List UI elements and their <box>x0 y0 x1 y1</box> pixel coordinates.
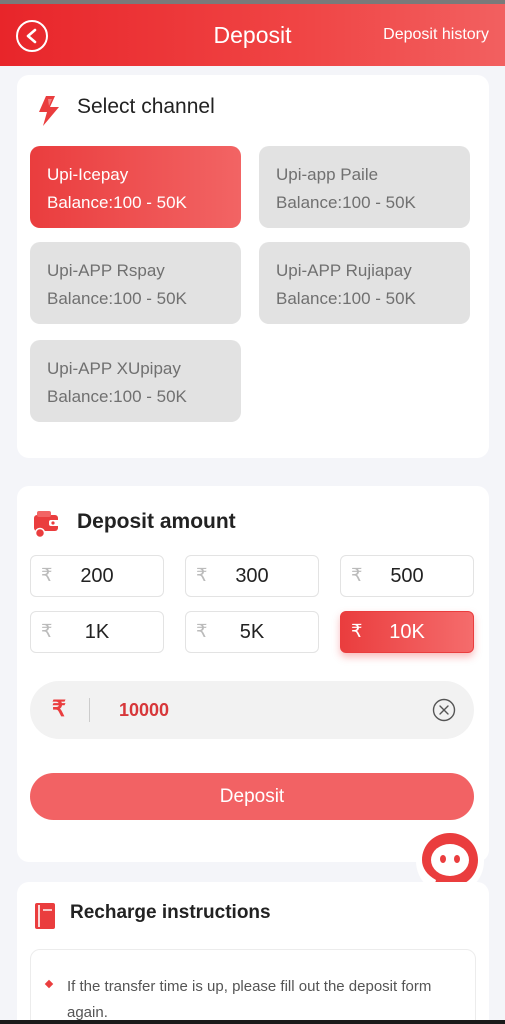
amount-input-value: 10000 <box>119 700 170 720</box>
channel-name: Upi-app Paile <box>276 165 379 184</box>
channel-name: Upi-Icepay <box>47 165 129 184</box>
channel-balance: Balance:100 - 50K <box>276 289 416 308</box>
channel-option[interactable]: Upi-APP XUpipay Balance:100 - 50K <box>30 340 241 422</box>
amount-preset-label: 5K <box>239 621 265 643</box>
channel-balance: Balance:100 - 50K <box>47 387 187 406</box>
instruction-item: If the transfer time is up, please fill … <box>67 978 432 1021</box>
channel-balance: Balance:100 - 50K <box>276 193 416 212</box>
amount-preset-label: 1K <box>84 621 110 643</box>
amount-preset-label: 500 <box>390 565 424 587</box>
channel-name: Upi-APP XUpipay <box>47 359 181 378</box>
channel-option[interactable]: Upi-APP Rujiapay Balance:100 - 50K <box>259 242 470 324</box>
channel-name: Upi-APP Rujiapay <box>276 261 412 280</box>
clear-icon[interactable] <box>432 698 456 722</box>
amount-preset-label: 10K <box>389 621 425 643</box>
channel-name: Upi-APP Rspay <box>47 261 165 280</box>
channel-option[interactable]: Upi-APP Rspay Balance:100 - 50K <box>30 242 241 324</box>
amount-preset-button[interactable]: ₹ 500 <box>340 555 474 597</box>
amount-preset-label: 200 <box>80 565 114 587</box>
instructions-box: If the transfer time is up, please fill … <box>30 949 476 1024</box>
channel-option[interactable]: Upi-Icepay Balance:100 - 50K <box>30 146 241 228</box>
book-icon <box>35 903 55 929</box>
amount-preset-button[interactable]: ₹ 1K <box>30 611 164 653</box>
deposit-amount-card: Deposit amount ₹ 200 ₹ 300 ₹ 500 ₹ 1K ₹ … <box>17 486 489 862</box>
recharge-instructions-card: Recharge instructions If the transfer ti… <box>17 882 489 1024</box>
amount-input-field[interactable]: ₹ 10000 <box>30 681 474 739</box>
lightning-icon <box>39 96 59 126</box>
amount-preset-button[interactable]: ₹ 300 <box>185 555 319 597</box>
channel-balance: Balance:100 - 50K <box>47 289 187 308</box>
bullet-icon <box>44 979 54 989</box>
nav-bar-edge <box>0 1020 505 1024</box>
deposit-history-link[interactable]: Deposit history <box>383 26 489 44</box>
divider <box>89 698 90 722</box>
amount-preset-button[interactable]: ₹ 200 <box>30 555 164 597</box>
amount-preset-button[interactable]: ₹ 10K <box>340 611 474 653</box>
amount-preset-label: 300 <box>235 565 269 587</box>
recharge-instructions-title: Recharge instructions <box>70 902 271 923</box>
app-header: Deposit Deposit history <box>0 4 505 66</box>
select-channel-title: Select channel <box>77 95 215 118</box>
deposit-amount-title: Deposit amount <box>77 510 236 533</box>
deposit-button[interactable]: Deposit <box>30 773 474 820</box>
wallet-icon <box>34 511 60 538</box>
channel-balance: Balance:100 - 50K <box>47 193 187 212</box>
amount-preset-button[interactable]: ₹ 5K <box>185 611 319 653</box>
channel-option[interactable]: Upi-app Paile Balance:100 - 50K <box>259 146 470 228</box>
rupee-icon: ₹ <box>52 696 66 721</box>
select-channel-card: Select channel Upi-Icepay Balance:100 - … <box>17 75 489 458</box>
